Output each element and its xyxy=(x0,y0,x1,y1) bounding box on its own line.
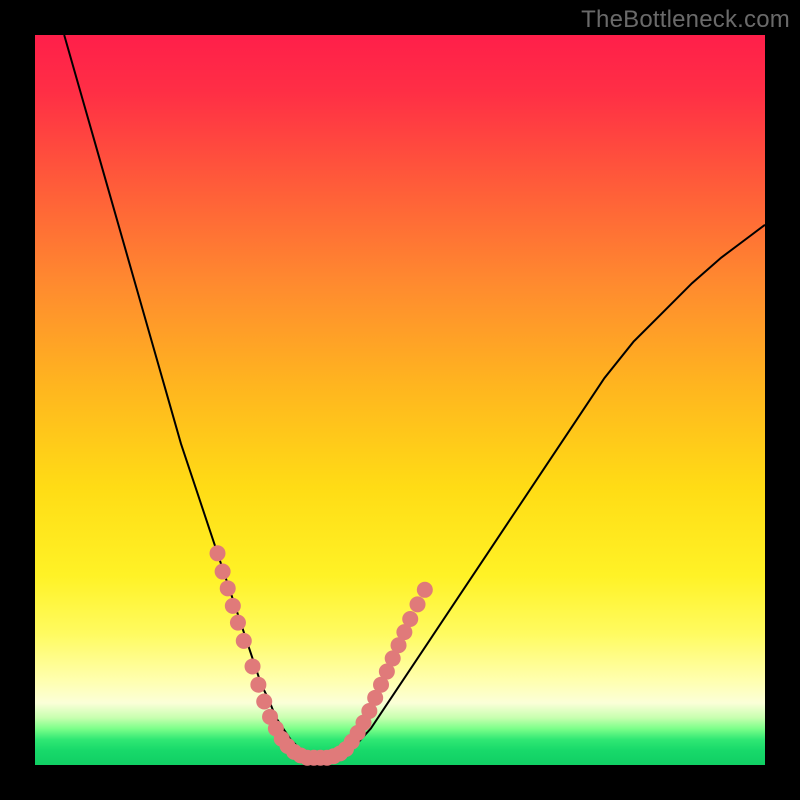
bottleneck-curve xyxy=(64,35,765,758)
curve-marker xyxy=(256,693,272,709)
watermark-text: TheBottleneck.com xyxy=(581,6,790,34)
plot-area xyxy=(35,35,765,765)
chart-frame: TheBottleneck.com xyxy=(0,0,800,800)
curve-marker xyxy=(236,633,252,649)
curve-markers xyxy=(210,545,433,765)
curve-marker xyxy=(417,582,433,598)
curve-marker xyxy=(210,545,226,561)
curve-marker xyxy=(245,658,261,674)
curve-marker xyxy=(410,596,426,612)
curve-svg xyxy=(35,35,765,765)
curve-marker xyxy=(230,615,246,631)
curve-marker xyxy=(220,580,236,596)
curve-marker xyxy=(402,611,418,627)
curve-marker xyxy=(215,564,231,580)
curve-marker xyxy=(250,677,266,693)
curve-marker xyxy=(225,598,241,614)
